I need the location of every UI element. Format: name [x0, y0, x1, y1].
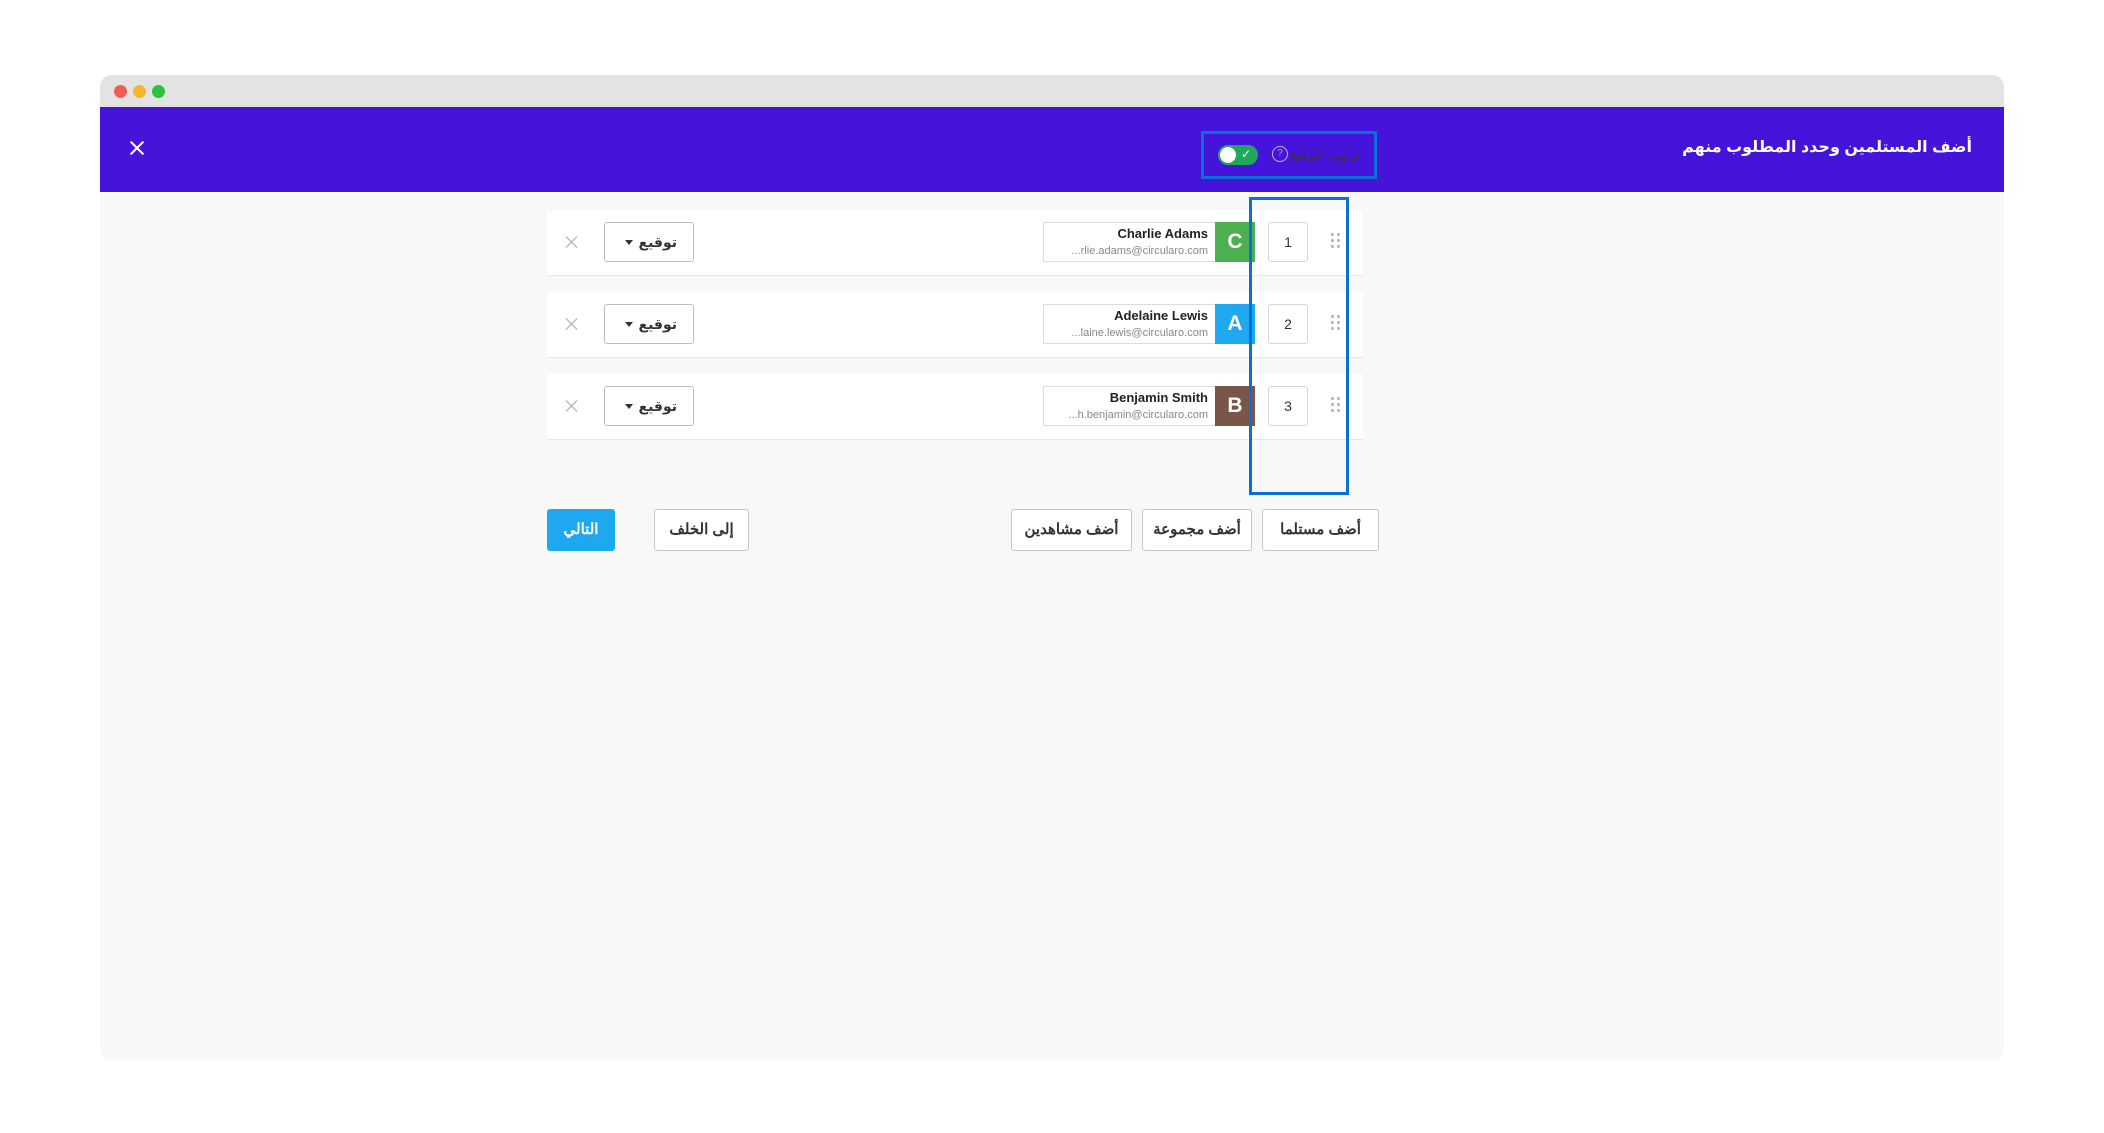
recipient-contact[interactable]: Benjamin Smith ...h.benjamin@circularo.c… [1043, 386, 1215, 426]
caret-down-icon [625, 240, 633, 245]
signing-order-control: ترتيب التوقيع ? ✓ [1201, 131, 1377, 179]
recipient-email: ...rlie.adams@circularo.com [1071, 245, 1208, 257]
role-label: توقيع [638, 316, 677, 332]
toggle-knob [1220, 147, 1236, 163]
dialog-header: أضف المستلمين وحدد المطلوب منهم [100, 107, 2004, 192]
remove-icon[interactable] [563, 233, 581, 251]
recipient-name: Charlie Adams [1117, 226, 1208, 241]
order-column-highlight [1249, 197, 1349, 495]
recipient-email: ...h.benjamin@circularo.com [1068, 409, 1208, 421]
close-icon[interactable] [126, 137, 148, 159]
add-group-button[interactable]: أضف مجموعة [1142, 509, 1252, 551]
recipient-row: 3 B Benjamin Smith ...h.benjamin@circula… [547, 374, 1363, 440]
caret-down-icon [625, 404, 633, 409]
role-label: توقيع [638, 234, 677, 250]
role-dropdown[interactable]: توقيع [604, 304, 694, 344]
role-label: توقيع [638, 398, 677, 414]
window-close-dot[interactable] [114, 85, 127, 98]
role-dropdown[interactable]: توقيع [604, 386, 694, 426]
window-minimize-dot[interactable] [133, 85, 146, 98]
remove-icon[interactable] [563, 397, 581, 415]
back-button[interactable]: إلى الخلف [654, 509, 749, 551]
role-dropdown[interactable]: توقيع [604, 222, 694, 262]
add-recipient-button[interactable]: أضف مستلما [1262, 509, 1379, 551]
window-maximize-dot[interactable] [152, 85, 165, 98]
signing-order-toggle[interactable]: ✓ [1218, 145, 1258, 165]
recipient-row: 2 A Adelaine Lewis ...laine.lewis@circul… [547, 292, 1363, 358]
help-icon[interactable]: ? [1272, 146, 1288, 162]
check-icon: ✓ [1240, 147, 1251, 161]
add-viewers-button[interactable]: أضف مشاهدين [1011, 509, 1132, 551]
remove-icon[interactable] [563, 315, 581, 333]
next-button[interactable]: التالي [547, 509, 615, 551]
page-title: أضف المستلمين وحدد المطلوب منهم [1682, 139, 1972, 156]
recipient-contact[interactable]: Charlie Adams ...rlie.adams@circularo.co… [1043, 222, 1215, 262]
recipient-email: ...laine.lewis@circularo.com [1071, 327, 1209, 339]
caret-down-icon [625, 322, 633, 327]
signing-order-label: ترتيب التوقيع [1290, 147, 1360, 162]
recipient-name: Adelaine Lewis [1114, 308, 1208, 323]
recipient-name: Benjamin Smith [1109, 390, 1208, 405]
window-titlebar [100, 75, 2004, 107]
recipient-row: 1 C Charlie Adams ...rlie.adams@circular… [547, 210, 1363, 276]
recipient-contact[interactable]: Adelaine Lewis ...laine.lewis@circularo.… [1043, 304, 1215, 344]
